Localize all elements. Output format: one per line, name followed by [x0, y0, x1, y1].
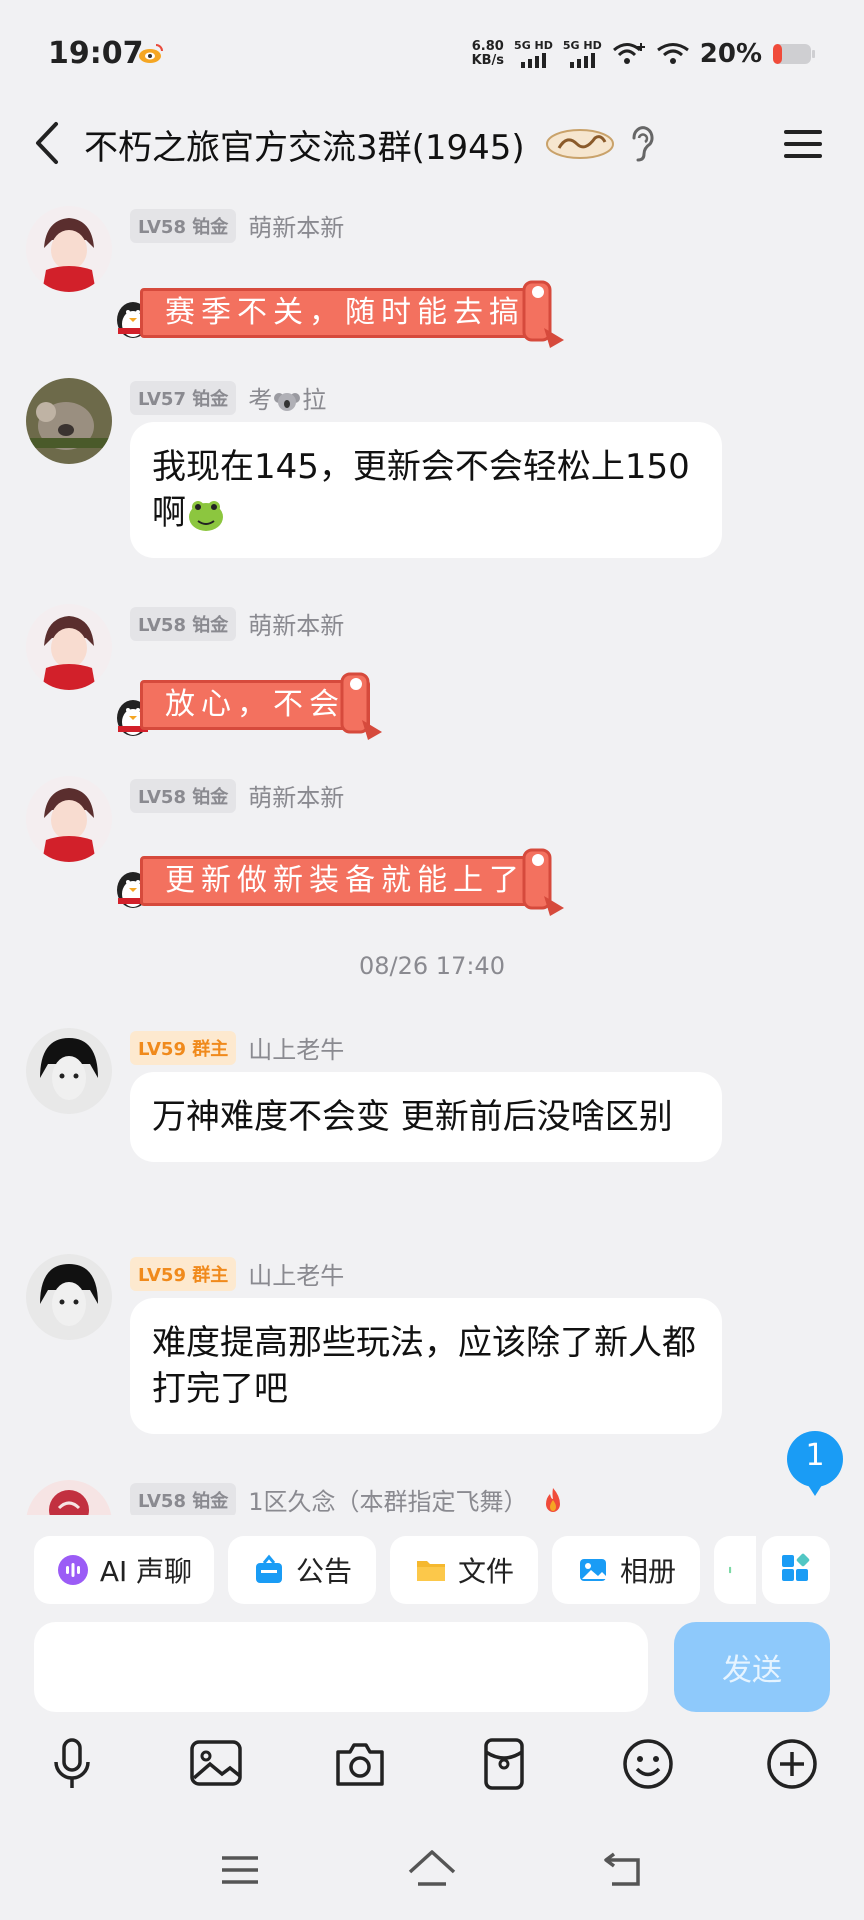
plus-icon[interactable] [762, 1734, 822, 1794]
status-time: 19:07 [48, 36, 144, 71]
back-nav-icon[interactable] [594, 1840, 654, 1900]
ai-voice-icon [57, 1555, 88, 1585]
signal-bars-icon [521, 53, 547, 68]
camera-icon[interactable] [330, 1734, 390, 1794]
avatar-sketch-icon [26, 1028, 112, 1114]
sender-name[interactable]: 考拉 [248, 380, 326, 415]
battery-icon [773, 44, 815, 64]
level-badge: LV58 铂金 [130, 1482, 237, 1515]
sender-name[interactable]: 山上老牛 [248, 1030, 344, 1065]
files-button[interactable]: 文件 [390, 1536, 538, 1604]
level-badge: LV58 铂金 [130, 606, 237, 641]
level-badge-owner: LV59 群主 [130, 1256, 237, 1291]
send-button[interactable]: 发送 [674, 1622, 830, 1712]
message-meta: LV58 铂金 萌新本新 [130, 208, 344, 243]
microphone-icon[interactable] [42, 1734, 102, 1794]
level-badge: LV57 铂金 [130, 380, 237, 415]
chat-message-list[interactable]: LV58 铂金 萌新本新 赛季不关，随时能去搞 LV57 铂金 考拉 我现在14… [0, 190, 864, 1515]
avatar-sketch-icon [26, 1254, 112, 1340]
unread-count-badge[interactable]: 1 [786, 1430, 844, 1500]
message-meta: LV58 铂金 萌新本新 [130, 778, 344, 813]
battery-percent: 20% [699, 39, 762, 69]
home-icon[interactable] [402, 1840, 462, 1900]
chat-header: 不朽之旅官方交流3群(1945) [0, 100, 864, 190]
avatar-anime-icon [26, 604, 112, 690]
message-meta: LV59 群主 山上老牛 [130, 1030, 344, 1065]
back-arrow-icon[interactable] [30, 118, 66, 168]
avatar[interactable] [26, 604, 112, 690]
level-badge-owner: LV59 群主 [130, 1030, 237, 1065]
notice-icon [255, 1554, 282, 1583]
message-meta: LV59 群主 山上老牛 [130, 1256, 344, 1291]
banner-message: 赛季不关，随时能去搞 [140, 288, 550, 338]
group-title[interactable]: 不朽之旅官方交流3群(1945) [84, 120, 525, 169]
menu-icon[interactable] [782, 124, 824, 164]
scroll-end-icon [340, 672, 382, 740]
scroll-end-icon [522, 280, 564, 348]
avatar[interactable] [26, 1028, 112, 1114]
banner-message: 放心，不会 [140, 680, 370, 730]
level-badge: LV58 铂金 [130, 208, 237, 243]
time-separator: 08/26 17:40 [359, 952, 505, 980]
message-bubble[interactable]: 我现在145，更新会不会轻松上150啊 [130, 422, 722, 558]
input-toolbar [0, 1730, 864, 1810]
album-button[interactable]: 相册 [552, 1536, 700, 1604]
apps-grid-button[interactable] [762, 1536, 830, 1604]
message-meta: LV57 铂金 考拉 [130, 380, 326, 415]
level-badge: LV58 铂金 [130, 778, 237, 813]
sender-name[interactable]: 山上老牛 [248, 1256, 344, 1291]
image-icon[interactable] [186, 1734, 246, 1794]
weibo-icon [139, 44, 163, 63]
frog-emoji-icon [189, 500, 223, 531]
sender-name[interactable]: 1区久念（本群指定飞舞） [248, 1482, 527, 1515]
recents-icon[interactable] [210, 1840, 270, 1900]
status-icons: 6.80 KB/s 5G HD 5G HD 20% [472, 36, 816, 72]
avatar-anime-icon [26, 776, 112, 862]
scroll-end-icon [522, 848, 564, 916]
sender-name[interactable]: 萌新本新 [248, 778, 344, 813]
more-quick-item[interactable] [714, 1536, 756, 1604]
apps-grid-icon [782, 1553, 810, 1581]
message-bubble[interactable]: 难度提高那些玩法，应该除了新人都打完了吧 [130, 1298, 722, 1434]
message-meta: LV58 铂金 萌新本新 [130, 606, 344, 641]
message-input[interactable] [34, 1622, 648, 1712]
message-meta: LV58 铂金 1区久念（本群指定飞舞） [130, 1482, 566, 1515]
wifi-icon [612, 43, 645, 64]
avatar-rose-icon [26, 1480, 112, 1515]
ear-icon[interactable] [628, 124, 656, 164]
avatar[interactable] [26, 378, 112, 464]
partial-item-icon [729, 1566, 732, 1574]
wifi-icon-2 [656, 43, 689, 64]
signal-5g-1: 5G HD [514, 40, 553, 68]
avatar[interactable] [26, 206, 112, 292]
network-speed: 6.80 KB/s [471, 39, 505, 68]
sender-name[interactable]: 萌新本新 [248, 208, 344, 243]
avatar[interactable] [26, 1480, 112, 1515]
koala-emoji-icon [274, 393, 301, 411]
ai-voice-button[interactable]: AI 声聊 [34, 1536, 214, 1604]
avatar-anime-icon [26, 206, 112, 292]
message-bubble[interactable]: 万神难度不会变 更新前后没啥区别 [130, 1072, 722, 1162]
sender-name[interactable]: 萌新本新 [248, 606, 344, 641]
avatar[interactable] [26, 776, 112, 862]
banner-message: 更新做新装备就能上了 [140, 856, 550, 906]
avatar-koala-icon [26, 378, 112, 464]
folder-icon [416, 1561, 445, 1581]
fire-emoji-icon [545, 1487, 560, 1512]
group-badge-icon [546, 129, 614, 159]
album-icon [579, 1559, 606, 1581]
signal-bars-icon [570, 53, 596, 68]
emoji-icon[interactable] [618, 1734, 678, 1794]
notice-button[interactable]: 公告 [228, 1536, 376, 1604]
system-nav-bar [0, 1830, 864, 1920]
red-packet-icon[interactable] [474, 1734, 534, 1794]
status-bar: 19:07 6.80 KB/s 5G HD 5G HD 20% [0, 0, 864, 100]
signal-5g-2: 5G HD [563, 40, 602, 68]
avatar[interactable] [26, 1254, 112, 1340]
quick-action-bar: AI 声聊 公告 文件 相册 [0, 1532, 864, 1610]
